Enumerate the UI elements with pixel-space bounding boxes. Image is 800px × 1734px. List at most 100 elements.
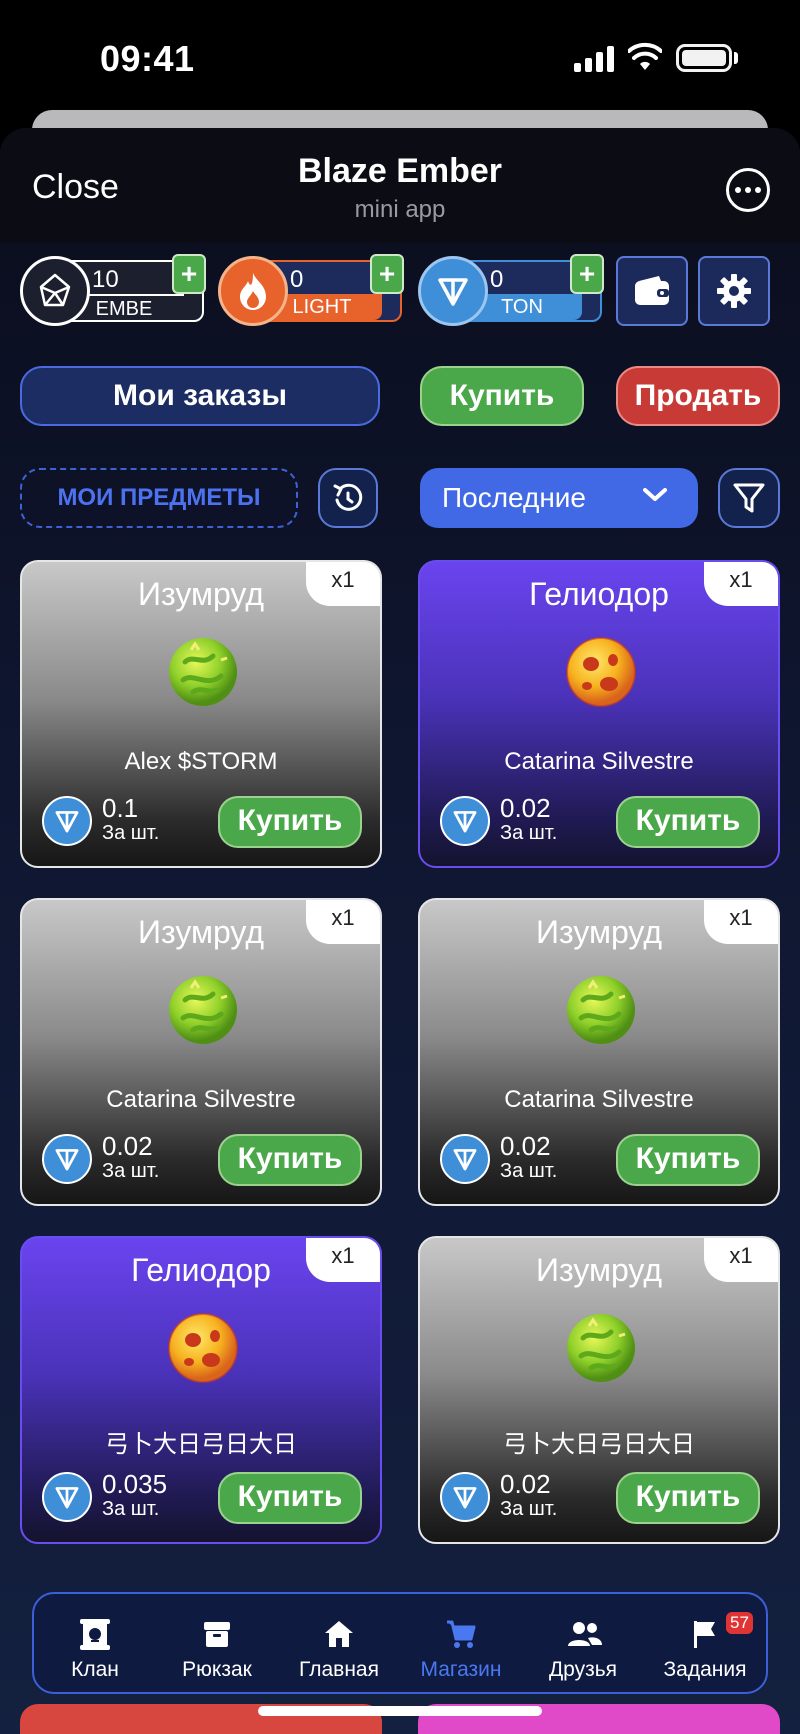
listing-card[interactable]: x1 Гелиодор Catarina Silvestre 0.02 За шт. Ку… bbox=[418, 560, 780, 868]
seller-name: Catarina Silvestre bbox=[504, 1086, 694, 1113]
nav-item-friends[interactable]: Друзья bbox=[522, 1594, 644, 1694]
item-name: Изумруд bbox=[138, 914, 264, 950]
nav-item-label: Клан bbox=[71, 1658, 119, 1681]
nav-item-label: Друзья bbox=[548, 1658, 618, 1681]
app-header: Close Blaze Ember mini app bbox=[0, 128, 800, 243]
ton-price-icon bbox=[440, 796, 490, 846]
embe-coin-icon bbox=[20, 256, 90, 326]
cart-icon bbox=[445, 1618, 477, 1650]
item-price: 0.035 bbox=[102, 1469, 168, 1499]
clan-icon bbox=[79, 1618, 111, 1650]
heliodor-gem-icon bbox=[561, 632, 641, 712]
app-subtitle: mini app bbox=[354, 196, 446, 223]
item-name: Изумруд bbox=[138, 576, 264, 612]
buy-item-button[interactable]: Купить bbox=[616, 1134, 760, 1186]
emerald-gem-icon bbox=[163, 632, 243, 712]
nav-item-cart[interactable]: Магазин bbox=[400, 1594, 522, 1694]
emerald-gem-icon bbox=[163, 970, 243, 1050]
nav-item-backpack[interactable]: Рюкзак bbox=[156, 1594, 278, 1694]
sort-dropdown[interactable]: Последние bbox=[420, 468, 698, 528]
seller-name: 弓卜大日弓日大日 bbox=[503, 1431, 695, 1458]
buy-item-button[interactable]: Купить bbox=[218, 1472, 362, 1524]
item-name: Гелиодор bbox=[131, 1252, 271, 1288]
currency-ton: 0 TON + bbox=[418, 254, 608, 326]
seller-name: Alex $STORM bbox=[124, 748, 278, 775]
item-name: Изумруд bbox=[536, 1252, 662, 1288]
home-icon bbox=[323, 1618, 355, 1650]
ton-price-icon bbox=[42, 1472, 92, 1522]
add-embe-button[interactable]: + bbox=[172, 254, 206, 294]
item-price: 0.1 bbox=[102, 793, 139, 823]
ton-coin-icon bbox=[453, 811, 477, 833]
notification-badge: 57 bbox=[726, 1612, 753, 1634]
my-items-button[interactable]: МОИ ПРЕДМЕТЫ bbox=[20, 468, 298, 528]
listing-card[interactable]: x1 Изумруд Catarina Silvestre 0.02 За шт. Куп… bbox=[20, 898, 382, 1206]
currency-embe-value: 10 bbox=[92, 266, 119, 293]
refresh-button[interactable] bbox=[318, 468, 378, 528]
item-price: 0.02 bbox=[500, 793, 551, 823]
buy-item-button[interactable]: Купить bbox=[616, 1472, 760, 1524]
buy-item-button[interactable]: Купить bbox=[218, 1134, 362, 1186]
item-name: Изумруд bbox=[536, 914, 662, 950]
buy-item-button[interactable]: Купить bbox=[616, 796, 760, 848]
listing-card[interactable]: x1 Гелиодор 弓卜大日弓日大日 0.035 За шт. Купить bbox=[20, 1236, 382, 1544]
signal-icon bbox=[574, 46, 614, 72]
ton-price-icon bbox=[440, 1134, 490, 1184]
seller-name: Catarina Silvestre bbox=[106, 1086, 296, 1113]
ton-coin-icon bbox=[453, 1149, 477, 1171]
nav-item-home[interactable]: Главная bbox=[278, 1594, 400, 1694]
more-options-icon[interactable] bbox=[726, 168, 770, 212]
listing-card[interactable]: x1 Изумруд Alex $STORM 0.1 За шт. Купить bbox=[20, 560, 382, 868]
market-listings: x1 Изумруд Alex $STORM 0.1 За шт. Купить x1 Гел… bbox=[0, 560, 800, 1720]
my-orders-button[interactable]: Мои заказы bbox=[20, 366, 380, 426]
ton-price-icon bbox=[440, 1472, 490, 1522]
friends-icon bbox=[567, 1618, 602, 1650]
settings-button[interactable] bbox=[698, 256, 770, 326]
wifi-icon bbox=[628, 42, 662, 70]
home-indicator bbox=[258, 1706, 542, 1716]
ton-coin-icon bbox=[55, 1487, 79, 1509]
nav-item-label: Задания bbox=[663, 1658, 747, 1681]
nav-item-label: Главная bbox=[299, 1658, 379, 1681]
sort-dropdown-value: Последние bbox=[442, 482, 587, 513]
bottom-nav: Клан Рюкзак Главная Магазин Друзья Задания 57 bbox=[32, 1592, 768, 1694]
seller-name: 弓卜大日弓日大日 bbox=[105, 1431, 297, 1458]
listing-card[interactable]: x1 Изумруд 弓卜大日弓日大日 0.02 За шт. Купить bbox=[418, 1236, 780, 1544]
nav-item-label: Рюкзак bbox=[182, 1658, 252, 1681]
ton-coin-icon bbox=[418, 256, 488, 326]
nav-item-clan[interactable]: Клан bbox=[34, 1594, 156, 1694]
seller-name: Catarina Silvestre bbox=[504, 748, 694, 775]
add-light-button[interactable]: + bbox=[370, 254, 404, 294]
status-time: 09:41 bbox=[100, 38, 195, 79]
battery-tip bbox=[734, 52, 738, 64]
listing-card[interactable]: x1 Изумруд Catarina Silvestre 0.02 За шт. Куп… bbox=[418, 898, 780, 1206]
phone-screen: 09:41 Close Blaze Ember mini app 10 EMBE… bbox=[0, 0, 800, 1734]
price-unit: За шт. bbox=[500, 822, 558, 844]
filter-button[interactable] bbox=[718, 468, 780, 528]
item-name: Гелиодор bbox=[529, 576, 669, 612]
item-price: 0.02 bbox=[500, 1469, 551, 1499]
wallet-button[interactable] bbox=[616, 256, 688, 326]
gear-icon bbox=[717, 274, 751, 308]
add-ton-button[interactable]: + bbox=[570, 254, 604, 294]
ton-coin-icon bbox=[55, 811, 79, 833]
filter-icon bbox=[733, 483, 765, 513]
currency-embe: 10 EMBE + bbox=[20, 254, 210, 326]
sell-tab-button[interactable]: Продать bbox=[616, 366, 780, 426]
currency-ton-value: 0 bbox=[490, 266, 504, 293]
currency-light-value: 0 bbox=[290, 266, 304, 293]
emerald-gem-icon bbox=[561, 1308, 641, 1388]
wallet-icon bbox=[635, 276, 669, 305]
battery-icon bbox=[676, 44, 732, 72]
item-price: 0.02 bbox=[102, 1131, 153, 1161]
ton-coin-icon bbox=[55, 1149, 79, 1171]
emerald-gem-icon bbox=[561, 970, 641, 1050]
buy-item-button[interactable]: Купить bbox=[218, 796, 362, 848]
price-unit: За шт. bbox=[500, 1160, 558, 1182]
status-bar: 09:41 bbox=[0, 0, 800, 110]
chevron-down-icon bbox=[643, 488, 667, 501]
price-unit: За шт. bbox=[102, 822, 160, 844]
fire-icon bbox=[218, 256, 288, 326]
nav-item-flag[interactable]: Задания 57 bbox=[644, 1594, 766, 1694]
buy-tab-button[interactable]: Купить bbox=[420, 366, 584, 426]
